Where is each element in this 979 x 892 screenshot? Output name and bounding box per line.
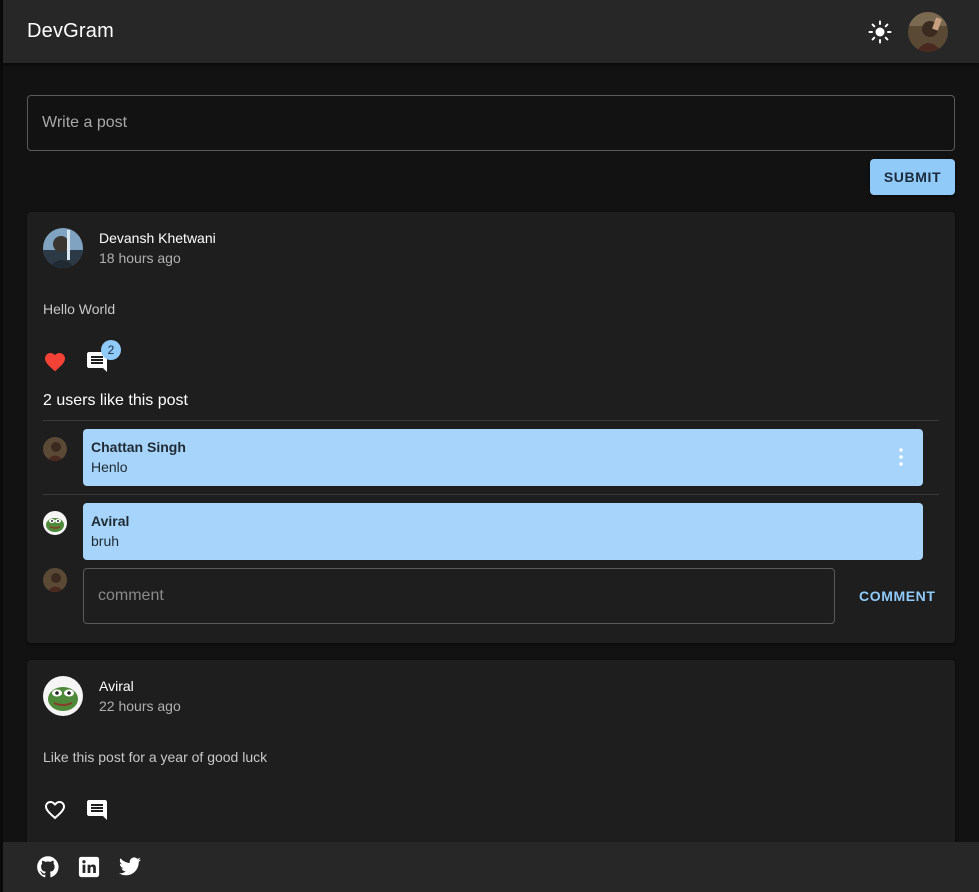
author-avatar[interactable] xyxy=(43,228,83,268)
submit-button[interactable]: SUBMIT xyxy=(870,159,955,195)
comment-submit-button[interactable]: COMMENT xyxy=(859,588,936,604)
theme-toggle-sun-icon[interactable] xyxy=(868,20,892,44)
commenter-avatar[interactable] xyxy=(43,511,67,535)
feed: SUBMIT Devansh Khetwani 18 hours ago Hel… xyxy=(27,95,955,860)
comment-input[interactable] xyxy=(83,568,835,624)
comment-icon[interactable] xyxy=(85,798,109,822)
current-user-avatar xyxy=(43,568,67,592)
app-bar-actions xyxy=(868,11,948,52)
post-actions xyxy=(27,798,955,822)
submit-row: SUBMIT xyxy=(27,159,955,195)
profile-avatar[interactable] xyxy=(908,11,948,52)
divider xyxy=(43,494,939,495)
app-title[interactable]: DevGram xyxy=(27,20,114,43)
like-outline-heart-icon[interactable] xyxy=(43,798,67,822)
app-bar: DevGram xyxy=(3,0,979,63)
comment-item: Chattan Singh Henlo xyxy=(27,429,955,486)
post-body: Like this post for a year of good luck xyxy=(43,749,268,765)
comment-button[interactable]: 2 xyxy=(85,340,121,374)
comment-composer: COMMENT xyxy=(27,568,955,624)
footer xyxy=(3,842,979,892)
post-meta: Aviral 22 hours ago xyxy=(99,676,181,716)
like-filled-heart-icon[interactable] xyxy=(43,350,67,374)
divider xyxy=(43,420,939,421)
comment-item: Aviral bruh xyxy=(27,503,955,560)
linkedin-icon[interactable] xyxy=(78,856,100,878)
post-card: Aviral 22 hours ago Like this post for a… xyxy=(27,660,955,860)
post-card: Devansh Khetwani 18 hours ago Hello Worl… xyxy=(27,212,955,643)
author-avatar[interactable] xyxy=(43,676,83,716)
more-vert-icon[interactable] xyxy=(899,448,903,471)
comment-text: Henlo xyxy=(91,459,128,475)
post-header: Devansh Khetwani 18 hours ago xyxy=(27,212,955,268)
post-actions: 2 xyxy=(27,340,955,374)
post-time: 18 hours ago xyxy=(99,250,181,266)
comment-bubble: Chattan Singh Henlo xyxy=(83,429,923,486)
post-body: Hello World xyxy=(43,301,116,317)
post-author[interactable]: Aviral xyxy=(99,676,181,696)
post-header: Aviral 22 hours ago xyxy=(27,660,955,716)
write-post-input[interactable] xyxy=(27,95,955,151)
commenter-avatar[interactable] xyxy=(43,437,67,461)
likes-summary: 2 users like this post xyxy=(43,392,188,409)
comment-text: bruh xyxy=(91,533,120,549)
post-author[interactable]: Devansh Khetwani xyxy=(99,228,216,248)
comment-count-badge: 2 xyxy=(101,340,121,360)
github-icon[interactable] xyxy=(36,855,60,879)
comment-author[interactable]: Chattan Singh xyxy=(91,438,915,456)
comment-author[interactable]: Aviral xyxy=(91,512,915,530)
post-time: 22 hours ago xyxy=(99,698,181,714)
twitter-icon[interactable] xyxy=(118,855,142,879)
comment-bubble: Aviral bruh xyxy=(83,503,923,560)
post-meta: Devansh Khetwani 18 hours ago xyxy=(99,228,216,268)
